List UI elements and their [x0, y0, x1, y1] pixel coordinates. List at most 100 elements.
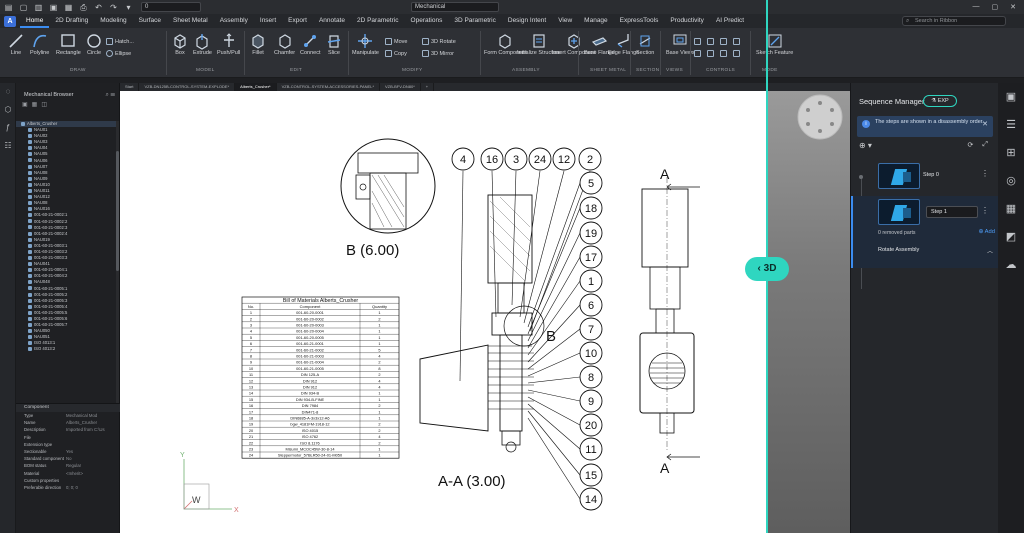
open-icon[interactable]: ▥: [34, 3, 43, 12]
ribbon-tab-home[interactable]: Home: [20, 14, 50, 28]
dropdown-icon[interactable]: ▾: [124, 3, 133, 12]
cloud-icon[interactable]: ☁: [998, 251, 1024, 279]
control-cube-icon[interactable]: [720, 50, 727, 57]
ribbon-tab-expresstools[interactable]: ExpressTools: [614, 14, 665, 28]
control-cube-icon[interactable]: [733, 38, 740, 45]
grid-icon[interactable]: ⊞: [998, 139, 1024, 167]
property-row[interactable]: Standard component No: [16, 455, 120, 462]
close-icon[interactable]: ✕: [982, 121, 988, 128]
add-parts-button[interactable]: ⊕ Add: [979, 229, 995, 235]
hatch-button[interactable]: Hatch...: [106, 38, 134, 45]
tree-item[interactable]: ISO 4013:2: [16, 346, 116, 352]
control-cube-icon[interactable]: [707, 38, 714, 45]
connect-button[interactable]: Connect: [300, 32, 321, 56]
ribbon-tab-sheet-metal[interactable]: Sheet Metal: [167, 14, 214, 28]
panel-icon[interactable]: ▣: [998, 83, 1024, 111]
property-row[interactable]: Preferable direction 0; 0; 0: [16, 484, 120, 491]
balloon-icon[interactable]: ◎: [998, 167, 1024, 195]
ribbon-tab-annotate[interactable]: Annotate: [313, 14, 351, 28]
ribbon-tab-insert[interactable]: Insert: [254, 14, 282, 28]
undo-icon[interactable]: ↶: [94, 3, 103, 12]
section-button[interactable]: Section: [636, 32, 654, 56]
ribbon-tab-manage[interactable]: Manage: [578, 14, 614, 28]
lightbulb-icon[interactable]: ◌: [0, 83, 16, 101]
step-name-input[interactable]: Step 1: [926, 206, 978, 218]
sketch-feature-button[interactable]: Sketch Feature: [756, 32, 793, 56]
redo-icon[interactable]: ↷: [109, 3, 118, 12]
new-file-icon[interactable]: ▢: [19, 3, 28, 12]
cube-icon[interactable]: ⬡: [0, 101, 16, 119]
formula-icon[interactable]: ƒ: [0, 119, 16, 137]
rotate-assembly-label[interactable]: Rotate Assembly: [878, 247, 919, 253]
document-tab[interactable]: VZB-DN125B-CONTROL-SYSTEM-EXPLODE*: [139, 83, 236, 91]
print-icon[interactable]: ⎙: [79, 3, 88, 12]
slice-button[interactable]: Slice: [326, 32, 342, 56]
ribbon-tab-design-intent[interactable]: Design Intent: [502, 14, 552, 28]
folder-icon[interactable]: ▤: [4, 3, 13, 12]
rotate3d-button[interactable]: 3D Rotate: [422, 38, 456, 45]
explode-toggle[interactable]: ⚗ EXP: [923, 95, 957, 107]
save-as-icon[interactable]: ▦: [64, 3, 73, 12]
minimize-icon[interactable]: —: [973, 3, 980, 11]
new-tab-button[interactable]: +: [421, 83, 435, 91]
document-tab[interactable]: VZB-CONTROL-SYSTEM-ACCESSORIES-PANEL*: [277, 83, 380, 91]
control-cube-icon[interactable]: [694, 50, 701, 57]
control-cube-icon[interactable]: [707, 50, 714, 57]
browser-scroll-thumb[interactable]: [116, 151, 119, 271]
maximize-icon[interactable]: ▢: [992, 3, 999, 11]
ribbon-tab-modeling[interactable]: Modeling: [94, 14, 132, 28]
ribbon-tab-2d-parametric[interactable]: 2D Parametric: [351, 14, 405, 28]
balloon[interactable]: 4: [451, 147, 475, 382]
chamfer-button[interactable]: Chamfer: [274, 32, 295, 56]
property-row[interactable]: Extension type: [16, 441, 120, 448]
add-step-icon[interactable]: ⊕ ▾: [859, 141, 872, 150]
sliders-icon[interactable]: ☰: [998, 111, 1024, 139]
browser-tool-icon[interactable]: ◫: [41, 101, 47, 110]
property-row[interactable]: Type Mechanical Mod: [16, 412, 120, 419]
file-field[interactable]: 0: [141, 2, 201, 12]
pushpull-button[interactable]: Push/Pull: [217, 32, 240, 56]
ribbon-tab-2d-drafting[interactable]: 2D Drafting: [49, 14, 94, 28]
ribbon-search-input[interactable]: ⌕ Search in Ribbon: [902, 16, 1006, 26]
control-cube-icon[interactable]: [733, 50, 740, 57]
property-row[interactable]: Sectionable Yes: [16, 448, 120, 455]
refresh-icon[interactable]: ⟳: [968, 141, 974, 149]
move-button[interactable]: Move: [385, 38, 407, 45]
table-icon[interactable]: ▦: [998, 195, 1024, 223]
mirror3d-button[interactable]: 3D Mirror: [422, 50, 454, 57]
property-row[interactable]: Name Alberts_Crusher: [16, 419, 120, 426]
chart-icon[interactable]: ◩: [998, 223, 1024, 251]
fillet-button[interactable]: Fillet: [250, 32, 266, 56]
document-tab[interactable]: Alberts_Crusher*: [235, 83, 277, 91]
more-icon[interactable]: ⋮: [981, 206, 989, 215]
ribbon-tab-view[interactable]: View: [552, 14, 578, 28]
balloon[interactable]: 24: [519, 147, 552, 318]
app-logo-icon[interactable]: A: [4, 15, 16, 27]
browser-tools-icon[interactable]: ⌕ ☰: [105, 89, 115, 101]
save-icon[interactable]: ▣: [49, 3, 58, 12]
balloon[interactable]: 9: [527, 389, 603, 413]
property-row[interactable]: Custom properties: [16, 477, 120, 484]
step-card-0[interactable]: Step 0 ⋮: [851, 161, 999, 191]
control-cube-icon[interactable]: [694, 38, 701, 45]
ribbon-tab-operations[interactable]: Operations: [405, 14, 449, 28]
extrude-button[interactable]: Extrude: [193, 32, 212, 56]
polyline-button[interactable]: Polyline: [30, 32, 49, 56]
ribbon-tab-export[interactable]: Export: [282, 14, 313, 28]
ribbon-tab-surface[interactable]: Surface: [133, 14, 167, 28]
close-icon[interactable]: ✕: [1010, 3, 1016, 11]
circle-button[interactable]: Circle: [86, 32, 102, 56]
ellipse-button[interactable]: Ellipse: [106, 50, 131, 57]
toggle-3d-button[interactable]: ‹ 3D: [745, 257, 789, 281]
document-tab[interactable]: VZB-BFV-DN80*: [380, 83, 421, 91]
chevron-up-icon[interactable]: ︿: [987, 246, 993, 255]
ribbon-tab-productivity[interactable]: Productivity: [664, 14, 710, 28]
workspace-select[interactable]: Mechanical: [411, 2, 499, 12]
ribbon-tab-3d-parametric[interactable]: 3D Parametric: [448, 14, 502, 28]
hierarchy-icon[interactable]: ☷: [0, 137, 16, 155]
rectangle-button[interactable]: Rectangle: [56, 32, 81, 56]
balloon[interactable]: 16: [480, 147, 504, 318]
property-row[interactable]: BOM status Regular: [16, 462, 120, 469]
browser-scrollbar[interactable]: [116, 121, 119, 403]
property-row[interactable]: Material <Inherit>: [16, 470, 120, 477]
